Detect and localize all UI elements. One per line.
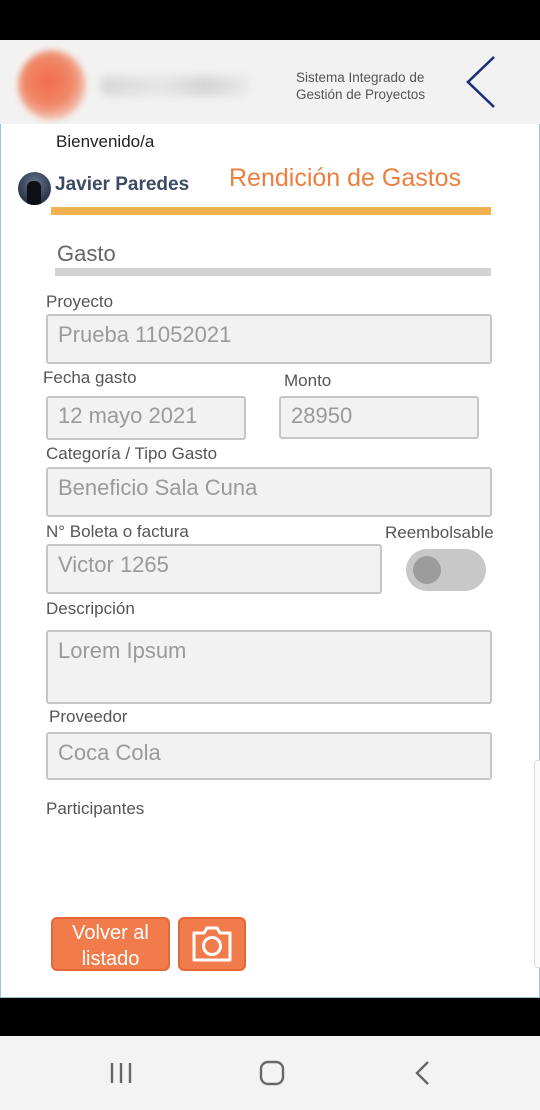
fecha-gasto-field[interactable]: 12 mayo 2021 <box>46 396 246 440</box>
back-to-list-button[interactable]: Volver al listado <box>51 917 170 971</box>
monto-field[interactable]: 28950 <box>279 396 479 439</box>
participantes-label: Participantes <box>46 799 145 818</box>
reembolsable-toggle[interactable] <box>406 549 486 591</box>
nav-spacer <box>0 998 540 1036</box>
descripcion-field[interactable]: Lorem Ipsum <box>46 630 492 704</box>
recent-apps-icon[interactable] <box>108 1060 134 1086</box>
boleta-label: N° Boleta o factura <box>46 522 189 541</box>
reembolsable-label: Reembolsable <box>385 523 494 542</box>
avatar <box>18 172 51 205</box>
edge-panel-handle[interactable] <box>534 760 540 968</box>
monto-label: Monto <box>284 371 332 390</box>
expense-form-screen: Bienvenido/a Javier Paredes Rendición de… <box>0 124 540 998</box>
descripcion-label: Descripción <box>46 599 135 618</box>
camera-icon <box>192 926 232 962</box>
fecha-gasto-label: Fecha gasto <box>43 368 137 387</box>
categoria-label: Categoría / Tipo Gasto <box>46 444 218 463</box>
app-header: Sistema Integrado de Gestión de Proyecto… <box>0 40 540 124</box>
proyecto-label: Proyecto <box>46 292 114 311</box>
proveedor-label: Proveedor <box>49 707 128 726</box>
proveedor-field[interactable]: Coca Cola <box>46 732 492 780</box>
title-divider <box>51 207 491 215</box>
organization-logo <box>18 50 86 120</box>
categoria-field[interactable]: Beneficio Sala Cuna <box>46 467 492 517</box>
organization-logo-text <box>100 76 250 96</box>
proyecto-field[interactable]: Prueba 11052021 <box>46 314 492 364</box>
page-title: Rendición de Gastos <box>229 164 462 192</box>
system-navigation-bar <box>0 1036 540 1110</box>
section-title: Gasto <box>57 241 116 266</box>
camera-button[interactable] <box>178 917 246 971</box>
back-chevron-icon[interactable] <box>462 54 502 110</box>
home-icon[interactable] <box>258 1060 286 1086</box>
boleta-field[interactable]: Victor 1265 <box>46 544 382 594</box>
back-icon[interactable] <box>412 1060 434 1086</box>
welcome-text: Bienvenido/a <box>56 132 155 151</box>
status-bar <box>0 0 540 40</box>
section-divider <box>55 268 491 276</box>
system-name: Sistema Integrado de Gestión de Proyecto… <box>296 70 426 102</box>
toggle-knob <box>413 556 441 584</box>
user-name: Javier Paredes <box>55 174 190 195</box>
